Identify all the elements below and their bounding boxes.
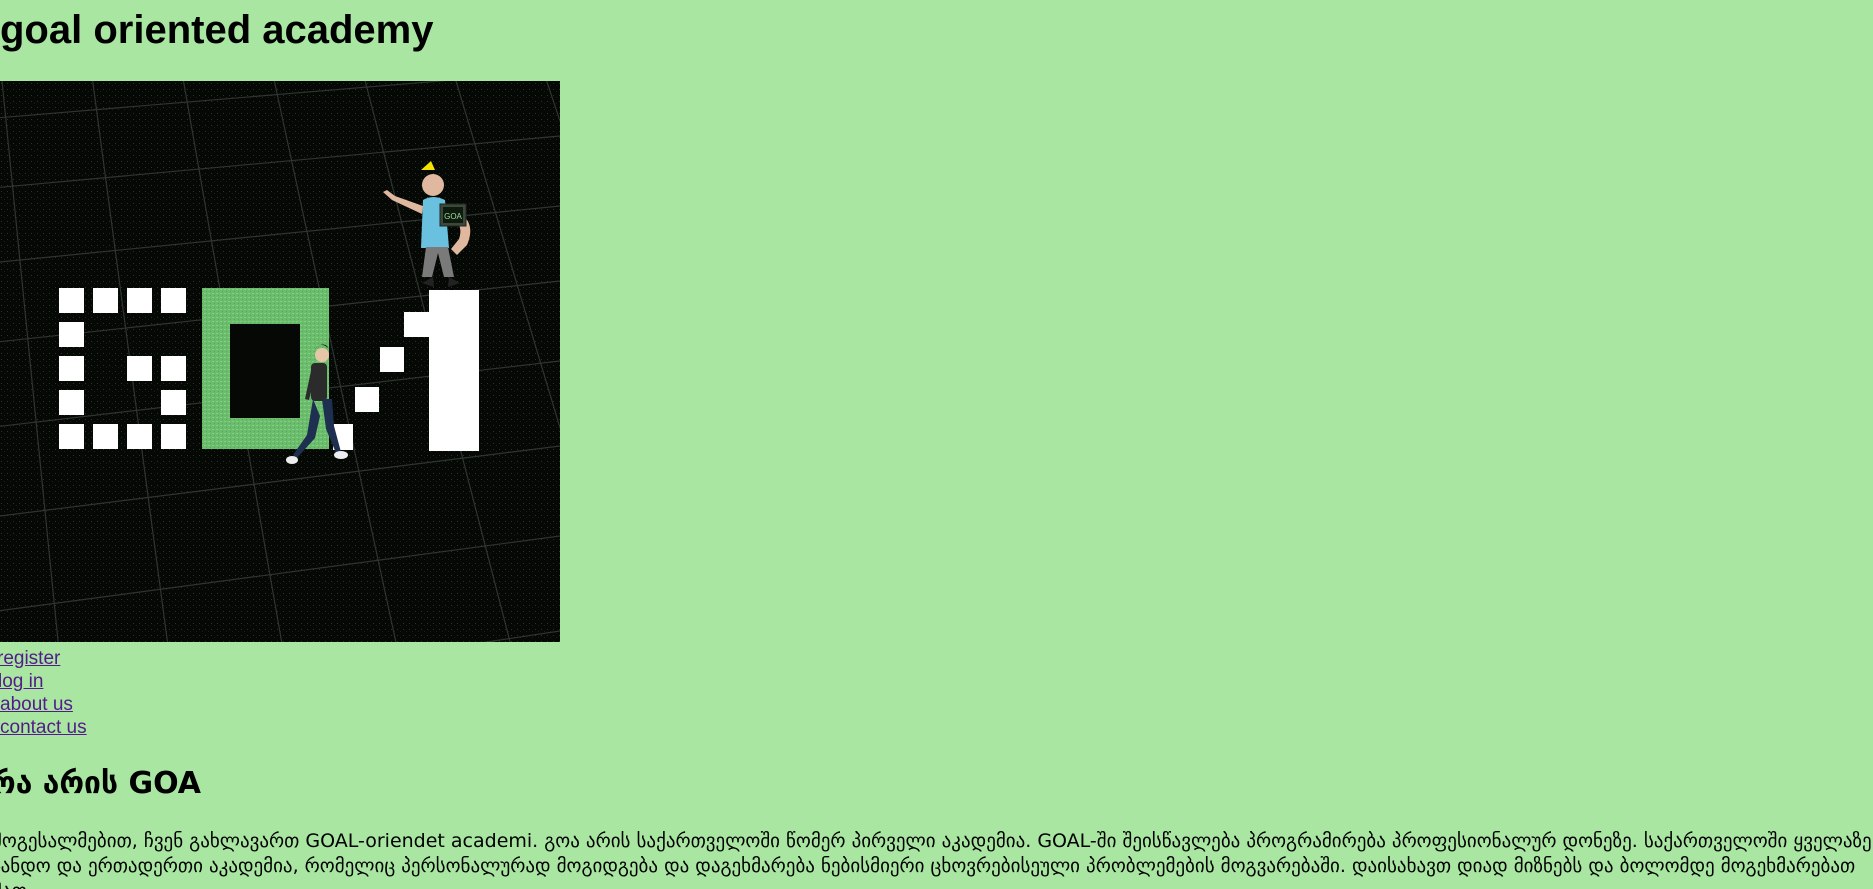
page: goal oriented academy GOA register log i… [0, 0, 1873, 889]
site-title: goal oriented academy [0, 8, 434, 52]
hero-image: GOA [0, 81, 560, 642]
about-paragraph: მოგესალმებით, ჩვენ გახლავართ GOAL-oriend… [0, 830, 1872, 889]
laptop-sticker: GOA [444, 212, 462, 221]
contact-us-link[interactable]: contact us [0, 716, 87, 739]
login-link[interactable]: log in [0, 670, 87, 693]
register-link[interactable]: register [0, 647, 87, 670]
section-title: რა არის GOA [0, 766, 201, 801]
goa-logo-illustration: GOA [0, 81, 560, 642]
about-us-link[interactable]: about us [0, 693, 87, 716]
main-nav: register log in about us contact us [0, 647, 87, 739]
